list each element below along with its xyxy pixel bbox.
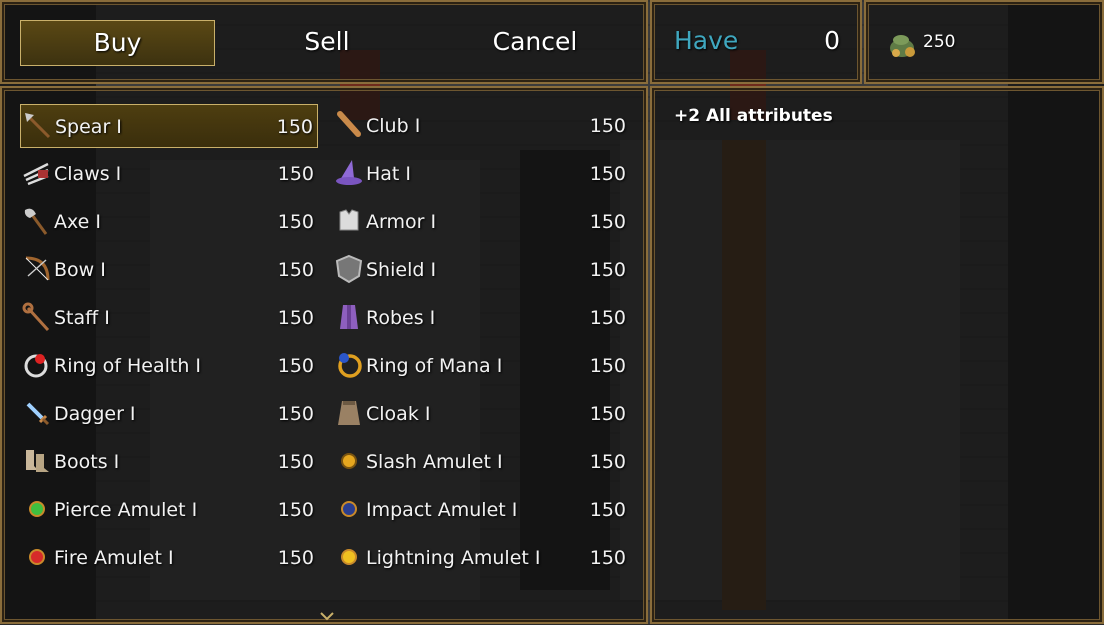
item-name: Shield I — [366, 259, 437, 281]
lightning-amulet-icon — [334, 542, 364, 572]
item-name: Robes I — [366, 307, 436, 329]
shop-item[interactable]: Armor I 150 — [332, 200, 630, 244]
item-name: Staff I — [54, 307, 110, 329]
dagger-icon — [22, 398, 52, 428]
item-price: 150 — [589, 403, 626, 425]
shop-item[interactable]: Claws I 150 — [20, 152, 318, 196]
item-price: 150 — [589, 211, 626, 233]
item-price: 150 — [589, 499, 626, 521]
item-name: Ring of Mana I — [366, 355, 503, 377]
item-price: 150 — [589, 115, 626, 137]
robes-icon — [334, 302, 364, 332]
item-price: 150 — [277, 355, 314, 377]
item-price: 150 — [276, 116, 313, 138]
item-name: Bow I — [54, 259, 106, 281]
item-price: 150 — [277, 451, 314, 473]
item-name: Ring of Health I — [54, 355, 202, 377]
buy-button[interactable]: Buy — [20, 20, 215, 66]
shop-item[interactable]: Staff I 150 — [20, 296, 318, 340]
shop-item[interactable]: Club I 150 — [332, 104, 630, 148]
item-name: Claws I — [54, 163, 122, 185]
item-price: 150 — [277, 547, 314, 569]
item-price: 150 — [277, 163, 314, 185]
sell-button[interactable]: Sell — [232, 20, 422, 66]
item-name: Armor I — [366, 211, 437, 233]
item-name: Club I — [366, 115, 421, 137]
shop-item[interactable]: Hat I 150 — [332, 152, 630, 196]
item-name: Spear I — [55, 116, 122, 138]
impact-amulet-icon — [334, 494, 364, 524]
item-name: Hat I — [366, 163, 412, 185]
boots-icon — [22, 446, 52, 476]
command-window: Buy Sell Cancel — [0, 0, 648, 84]
fire-amulet-icon — [22, 542, 52, 572]
shop-item[interactable]: Slash Amulet I 150 — [332, 440, 630, 484]
axe-icon — [22, 206, 52, 236]
item-name: Cloak I — [366, 403, 431, 425]
item-price: 150 — [589, 163, 626, 185]
shop-item[interactable]: Impact Amulet I 150 — [332, 488, 630, 532]
item-name: Slash Amulet I — [366, 451, 503, 473]
shop-item[interactable]: Shield I 150 — [332, 248, 630, 292]
shop-item[interactable]: Fire Amulet I 150 — [20, 536, 318, 580]
gold-pouch-icon — [888, 32, 920, 58]
armor-icon — [334, 206, 364, 236]
item-name: Boots I — [54, 451, 120, 473]
spear-icon — [23, 111, 53, 141]
club-icon — [334, 110, 364, 140]
shop-item[interactable]: Boots I 150 — [20, 440, 318, 484]
shop-item[interactable]: Pierce Amulet I 150 — [20, 488, 318, 532]
item-price: 150 — [277, 211, 314, 233]
item-description: +2 All attributes — [674, 106, 833, 126]
description-window: +2 All attributes — [650, 86, 1104, 624]
shop-item[interactable]: Ring of Mana I 150 — [332, 344, 630, 388]
item-name: Dagger I — [54, 403, 136, 425]
shop-item[interactable]: Axe I 150 — [20, 200, 318, 244]
item-price: 150 — [277, 499, 314, 521]
shop-item[interactable]: Bow I 150 — [20, 248, 318, 292]
ring-of-health-icon — [22, 350, 52, 380]
shop-item[interactable]: Ring of Health I 150 — [20, 344, 318, 388]
have-count: 0 — [824, 26, 840, 55]
item-name: Pierce Amulet I — [54, 499, 198, 521]
have-window: Have 0 — [650, 0, 862, 84]
shop-item[interactable]: Spear I 150 — [20, 104, 318, 148]
hat-icon — [334, 158, 364, 188]
gold-window: 250 — [864, 0, 1104, 84]
bow-icon — [22, 254, 52, 284]
item-list-window: Spear I 150 Club I 150 Claws I 150 Hat I 150 Axe… — [0, 86, 648, 624]
claws-icon — [22, 158, 52, 188]
shop-item[interactable]: Robes I 150 — [332, 296, 630, 340]
shop-item[interactable]: Dagger I 150 — [20, 392, 318, 436]
item-price: 150 — [589, 355, 626, 377]
cloak-icon — [334, 398, 364, 428]
cancel-button[interactable]: Cancel — [440, 20, 630, 66]
gold-amount: 250 — [923, 32, 956, 52]
scroll-down-arrow-icon[interactable] — [320, 606, 334, 621]
slash-amulet-icon — [334, 446, 364, 476]
item-price: 150 — [589, 451, 626, 473]
item-name: Lightning Amulet I — [366, 547, 541, 569]
item-name: Axe I — [54, 211, 101, 233]
item-price: 150 — [589, 259, 626, 281]
item-name: Impact Amulet I — [366, 499, 518, 521]
have-label: Have — [674, 26, 739, 55]
ring-of-mana-icon — [334, 350, 364, 380]
item-price: 150 — [589, 547, 626, 569]
staff-icon — [22, 302, 52, 332]
item-name: Fire Amulet I — [54, 547, 174, 569]
shield-icon — [334, 254, 364, 284]
item-price: 150 — [277, 403, 314, 425]
shop-item[interactable]: Lightning Amulet I 150 — [332, 536, 630, 580]
shop-item[interactable]: Cloak I 150 — [332, 392, 630, 436]
item-price: 150 — [277, 307, 314, 329]
pierce-amulet-icon — [22, 494, 52, 524]
item-price: 150 — [589, 307, 626, 329]
item-price: 150 — [277, 259, 314, 281]
